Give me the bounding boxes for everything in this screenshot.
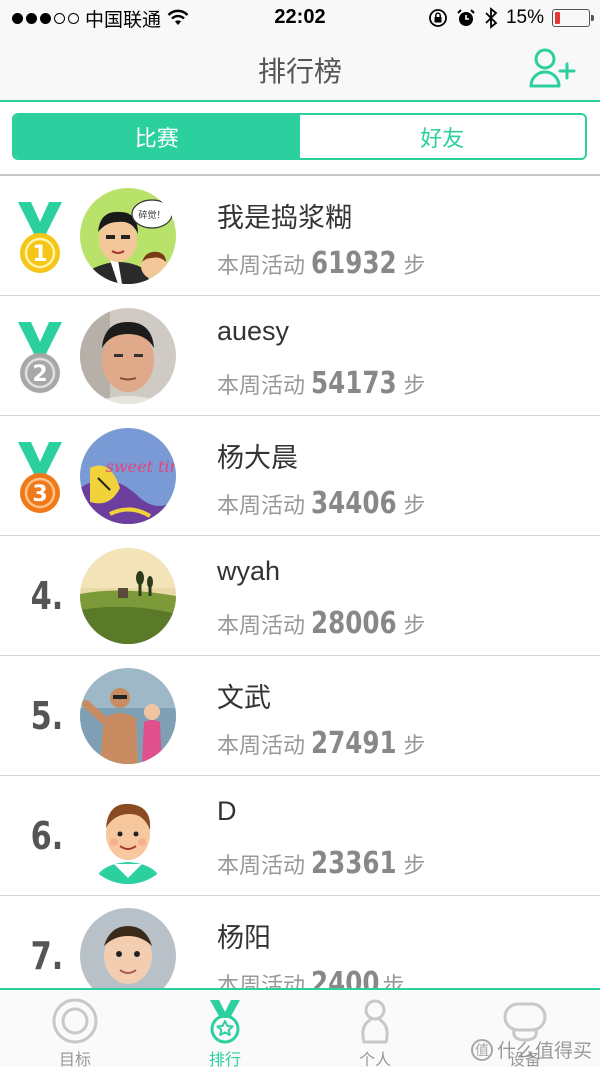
ranking-row[interactable]: 2 auesy 本周活动 54173 步 [0,296,600,416]
bluetooth-icon [485,7,498,29]
status-bar: 中国联通 22:02 15% [0,0,600,36]
weekly-activity: 本周活动 54173 步 [217,366,425,401]
tab-goal[interactable]: 目标 [0,990,150,1067]
gold-medal-icon: 1 [18,202,62,273]
ranking-row[interactable]: 3 sweet time 杨大晨 本周活动 34406 步 [0,416,600,536]
weekly-activity: 本周活动 34406 步 [217,486,425,521]
user-name: 杨阳 [217,923,271,953]
ranking-row[interactable]: 5. 文武 本周活动 27491 步 [0,656,600,776]
silver-medal-icon: 2 [18,322,62,393]
person-icon [361,999,389,1044]
activity-label: 本周活动 [217,493,306,518]
step-count: 27491 [311,726,397,761]
step-count: 23361 [311,846,397,881]
segment-control: 比赛 好友 [12,113,587,160]
activity-label: 本周活动 [217,373,306,398]
activity-label: 本周活动 [217,853,306,878]
step-unit: 步 [403,733,426,758]
rank-number: 7. [30,934,64,978]
segment-friends[interactable]: 好友 [299,115,585,158]
ranking-row[interactable]: 7. 杨阳 本周活动 2400 步 [0,896,600,990]
avatar[interactable] [80,548,176,644]
user-name: wyah [217,556,281,586]
user-name: 杨大晨 [217,443,298,473]
user-name: auesy [217,316,290,346]
add-friend-icon[interactable] [528,46,578,90]
weekly-activity: 本周活动 28006 步 [217,606,425,641]
user-name: D [217,796,237,826]
weekly-activity: 本周活动 23361 步 [217,846,425,881]
step-count: 61932 [311,246,397,281]
step-unit: 步 [403,853,426,878]
avatar[interactable]: sweet time [80,428,176,524]
segment-competition[interactable]: 比赛 [14,115,300,158]
svg-text:sweet time: sweet time [106,457,176,476]
avatar[interactable] [80,908,176,990]
activity-label: 本周活动 [217,733,306,758]
user-name: 我是捣浆糊 [217,203,352,233]
activity-label: 本周活动 [217,973,306,990]
weekly-activity: 本周活动 2400 步 [217,966,405,990]
step-unit: 步 [403,373,426,398]
step-unit: 步 [382,973,405,990]
target-icon [52,998,98,1044]
tab-profile[interactable]: 个人 [300,990,450,1067]
avatar[interactable] [80,308,176,404]
bronze-medal-icon: 3 [18,442,62,513]
weekly-activity: 本周活动 61932 步 [217,246,425,281]
step-count: 28006 [311,606,397,641]
status-right: 15% [428,6,594,30]
ranking-list[interactable]: 1 碎觉！ 我是捣浆糊 本周活动 61932 步 2 auesy 本周活动 54… [0,176,600,990]
svg-text:1: 1 [32,242,47,267]
user-name: 文武 [217,683,271,713]
step-count: 2400 [311,966,380,990]
watermark: 值 什么值得买 [470,1036,592,1063]
svg-text:3: 3 [32,482,47,507]
activity-label: 本周活动 [217,253,306,278]
step-unit: 步 [403,253,426,278]
step-count: 34406 [311,486,397,521]
rank-number: 5. [30,694,64,738]
step-count: 54173 [311,366,397,401]
ranking-row[interactable]: 6. D 本周活动 23361 步 [0,776,600,896]
watermark-logo: 值 [470,1038,493,1061]
rank-number: 6. [30,814,64,858]
battery-icon [552,9,594,27]
tab-label: 目标 [58,1052,91,1067]
step-unit: 步 [403,493,426,518]
page-title: 排行榜 [257,56,342,87]
svg-text:2: 2 [32,362,47,387]
ranking-row[interactable]: 4. wyah 本周活动 28006 步 [0,536,600,656]
alarm-icon [457,9,475,26]
avatar[interactable]: 碎觉！ [80,188,176,284]
avatar[interactable] [80,788,176,884]
avatar[interactable] [80,668,176,764]
battery-percent: 15% [505,7,544,28]
activity-label: 本周活动 [217,613,306,638]
ranking-row[interactable]: 1 碎觉！ 我是捣浆糊 本周活动 61932 步 [0,176,600,296]
watermark-text: 什么值得买 [496,1041,592,1062]
tab-label: 排行 [208,1052,241,1067]
step-unit: 步 [403,613,426,638]
rotation-lock-icon [429,9,447,27]
navigation-bar: 排行榜 [0,36,600,102]
tab-ranking[interactable]: 排行 [150,990,300,1067]
weekly-activity: 本周活动 27491 步 [217,726,425,761]
tab-label: 个人 [358,1052,391,1067]
medal-icon [210,1000,240,1044]
rank-number: 4. [30,574,64,618]
svg-text:碎觉！: 碎觉！ [138,209,165,221]
